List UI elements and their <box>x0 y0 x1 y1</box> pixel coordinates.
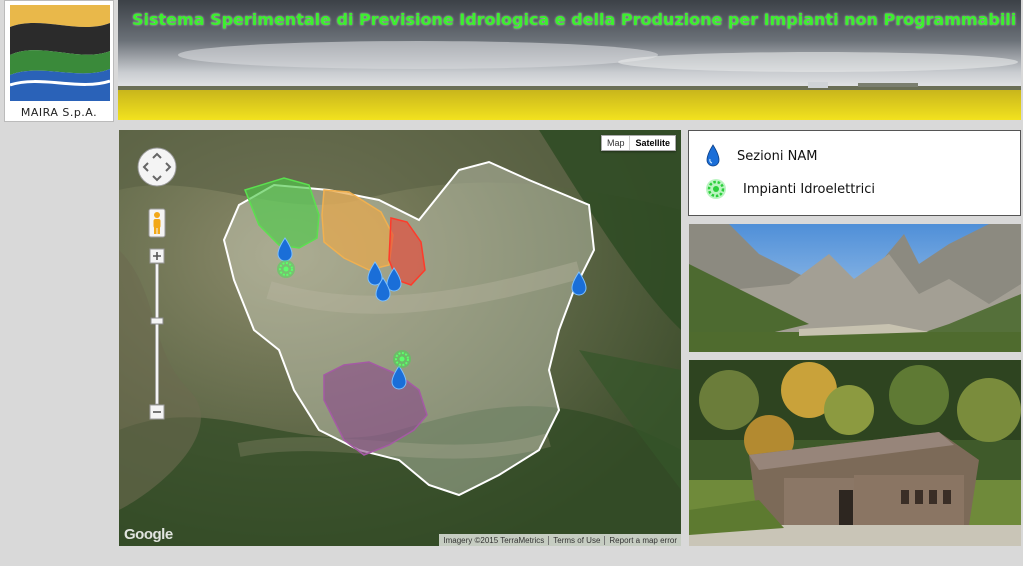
street-view-pegman-icon[interactable] <box>148 208 166 238</box>
header-banner: Sistema Sperimentale di Previsione Idrol… <box>118 0 1021 120</box>
page: MAIRA S.p.A. Sistema Sperimentale di Pre… <box>0 0 1023 566</box>
map-attribution-bar: Imagery ©2015 TerraMetrics Terms of Use … <box>439 534 681 546</box>
imagery-attribution: Imagery ©2015 TerraMetrics <box>443 535 545 545</box>
company-logo[interactable]: MAIRA S.p.A. <box>4 0 114 122</box>
map-canvas[interactable] <box>119 130 681 546</box>
mountain-valley-photo <box>689 224 1021 352</box>
legend-label-nam: Sezioni NAM <box>737 148 818 164</box>
map-type-map-button[interactable]: Map <box>602 136 630 150</box>
logo-text: MAIRA S.p.A. <box>20 106 98 119</box>
legend-item-hydro: Impianti Idroelettrici <box>705 178 875 200</box>
legend-label-hydro: Impianti Idroelettrici <box>743 181 876 197</box>
map-legend: Sezioni NAM Impianti Idroelettrici <box>688 130 1021 216</box>
zoom-in-button[interactable] <box>149 248 165 264</box>
satellite-map[interactable]: Map Satellite Google Imagery ©2015 Terra… <box>119 130 681 546</box>
logo-waves-icon <box>10 5 110 101</box>
zoom-control <box>149 248 165 420</box>
zoom-slider-handle[interactable] <box>150 317 164 325</box>
hydro-plant-photo <box>689 360 1021 546</box>
google-logo[interactable]: Google <box>124 526 173 543</box>
terms-of-use-link[interactable]: Terms of Use <box>548 535 604 545</box>
water-drop-icon <box>706 144 720 167</box>
app-title: Sistema Sperimentale di Previsione Idrol… <box>132 10 1017 29</box>
report-map-error-link[interactable]: Report a map error <box>604 535 681 545</box>
hydro-plant-marker[interactable] <box>393 350 411 368</box>
hydro-plant-marker[interactable] <box>277 260 295 278</box>
map-type-satellite-button[interactable]: Satellite <box>629 136 675 150</box>
map-type-control: Map Satellite <box>600 135 676 151</box>
legend-item-nam: Sezioni NAM <box>705 144 817 168</box>
pan-control[interactable] <box>136 146 178 188</box>
zoom-slider-track[interactable] <box>155 263 159 405</box>
zoom-out-button[interactable] <box>149 404 165 420</box>
turbine-gear-icon <box>706 179 726 199</box>
